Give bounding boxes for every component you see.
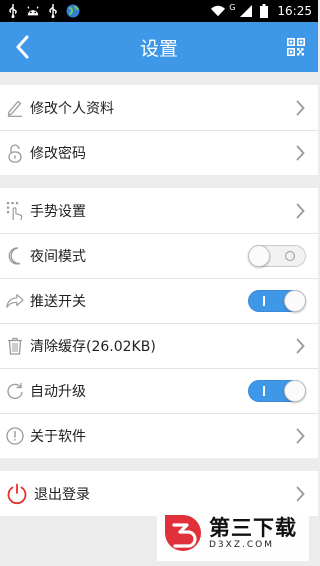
settings-item-label: 修改个人资料 xyxy=(30,100,114,117)
settings-group-general: 手势设置 夜间模式 推送开关 清除缓存(26.02KB) 自动升级 关于软件 xyxy=(0,188,318,458)
android-icon xyxy=(26,4,40,18)
settings-item-about[interactable]: 关于软件 xyxy=(0,413,318,458)
gesture-icon xyxy=(6,200,24,222)
push-toggle[interactable] xyxy=(248,289,306,312)
settings-item-label: 夜间模式 xyxy=(30,248,86,265)
settings-item-label: 退出登录 xyxy=(34,486,90,503)
toggle-on-mark xyxy=(263,295,265,306)
toggle-knob xyxy=(284,289,306,312)
chevron-right-icon xyxy=(286,145,314,161)
usb-icon xyxy=(46,4,60,18)
usb-icon xyxy=(6,4,20,18)
site-logo-icon xyxy=(165,515,201,551)
settings-item-gesture[interactable]: 手势设置 xyxy=(0,188,318,233)
watermark-title: 第三下载 xyxy=(209,516,297,540)
globe-icon xyxy=(66,4,80,18)
toggle-knob xyxy=(248,244,270,267)
settings-item-auto-update: 自动升级 xyxy=(0,368,318,413)
signal-icon xyxy=(239,4,253,18)
settings-item-label: 自动升级 xyxy=(30,383,86,400)
lock-icon xyxy=(6,142,24,164)
toggle-on-mark xyxy=(263,385,265,396)
back-button[interactable] xyxy=(0,22,44,72)
settings-item-label: 清除缓存(26.02KB) xyxy=(30,338,156,355)
share-icon xyxy=(6,290,24,312)
watermark-url: D3XZ.COM xyxy=(209,540,274,550)
settings-item-clear-cache[interactable]: 清除缓存(26.02KB) xyxy=(0,323,318,368)
chevron-right-icon xyxy=(286,486,314,502)
network-type-label: G xyxy=(229,2,236,12)
app-bar: 设置 xyxy=(0,22,318,72)
qr-code-button[interactable] xyxy=(274,22,318,72)
status-bar: G 16:25 xyxy=(0,0,318,22)
trash-icon xyxy=(6,335,24,357)
toggle-knob xyxy=(284,379,306,402)
settings-item-push: 推送开关 xyxy=(0,278,318,323)
settings-item-label: 手势设置 xyxy=(30,203,86,220)
night-mode-toggle[interactable] xyxy=(248,244,306,267)
chevron-right-icon xyxy=(286,203,314,219)
watermark: 第三下载 D3XZ.COM xyxy=(157,505,309,561)
back-arrow-icon xyxy=(16,35,29,59)
settings-item-edit-profile[interactable]: 修改个人资料 xyxy=(0,85,318,130)
pencil-icon xyxy=(6,97,24,119)
page-title: 设置 xyxy=(139,37,178,60)
status-time: 16:25 xyxy=(277,4,312,18)
settings-group-account: 修改个人资料 修改密码 xyxy=(0,85,318,175)
moon-icon xyxy=(6,245,24,267)
settings-item-night-mode: 夜间模式 xyxy=(0,233,318,278)
settings-item-change-password[interactable]: 修改密码 xyxy=(0,130,318,175)
info-icon xyxy=(6,425,24,447)
wifi-icon xyxy=(211,4,226,18)
settings-item-label: 修改密码 xyxy=(30,145,86,162)
chevron-right-icon xyxy=(286,100,314,116)
chevron-right-icon xyxy=(286,428,314,444)
auto-update-toggle[interactable] xyxy=(248,379,306,402)
toggle-off-mark xyxy=(285,250,295,261)
qr-code-icon xyxy=(287,38,305,56)
power-icon xyxy=(6,482,28,506)
chevron-right-icon xyxy=(286,338,314,354)
settings-item-label: 推送开关 xyxy=(30,293,86,310)
battery-icon xyxy=(257,4,271,18)
settings-item-label: 关于软件 xyxy=(30,428,86,445)
refresh-icon xyxy=(6,380,24,402)
